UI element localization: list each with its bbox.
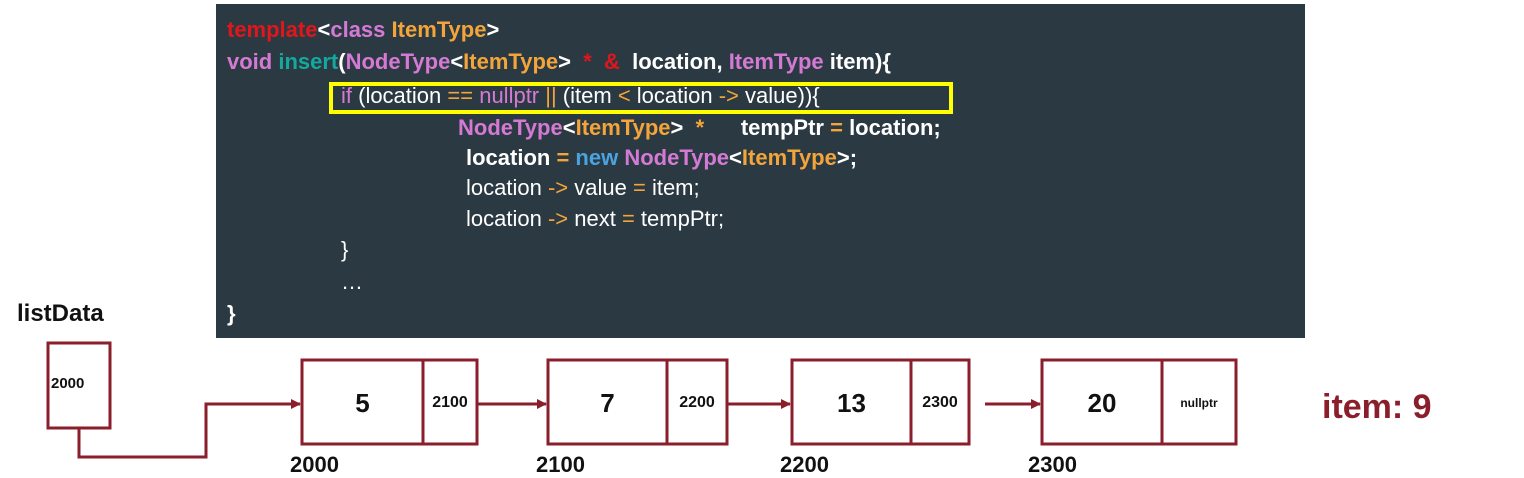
node-3-address: 2200 [780,452,829,477]
node-2-address: 2100 [536,452,585,477]
head-connector-line [77,399,301,459]
node-4-address: 2300 [1028,452,1077,477]
node-1-next: 2100 [432,394,468,411]
node-1-value: 5 [355,388,370,418]
node-3-next: 2300 [922,394,958,411]
node-3-value: 13 [837,388,866,418]
node-2-value: 7 [600,388,615,418]
item-value-label: item: 9 [1322,388,1432,426]
node-1-address: 2000 [290,452,339,477]
head-pointer-value: 2000 [51,375,85,392]
node-4-next: nullptr [1180,396,1218,410]
node-2-next: 2200 [679,394,715,411]
linked-list-diagram [46,341,1238,459]
node-4-value: 20 [1087,388,1117,418]
